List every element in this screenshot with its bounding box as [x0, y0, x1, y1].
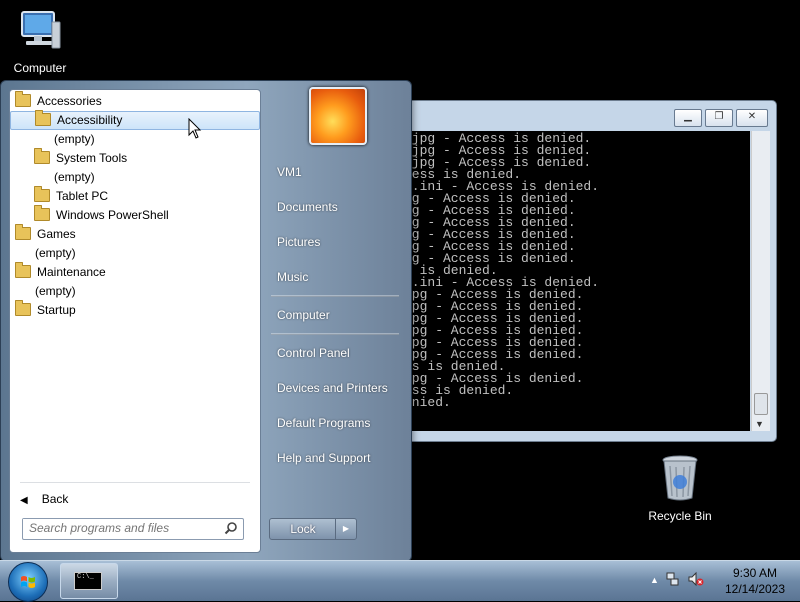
computer-link[interactable]: Computer: [277, 308, 330, 322]
taskbar-command-prompt[interactable]: C:\_: [60, 563, 118, 599]
window-titlebar[interactable]: ▁ ❐ ✕: [396, 101, 776, 131]
music-link[interactable]: Music: [277, 270, 308, 284]
recycle-bin-label: Recycle Bin: [648, 509, 712, 523]
tree-item[interactable]: (empty): [10, 130, 260, 149]
lock-button[interactable]: Lock: [269, 518, 337, 540]
tree-item-label: (empty): [54, 170, 95, 184]
folder-icon: [15, 300, 31, 317]
folder-icon: [15, 91, 31, 108]
tree-item[interactable]: (empty): [10, 282, 260, 301]
tree-item[interactable]: Tablet PC: [10, 186, 260, 206]
folder-icon: [35, 110, 51, 127]
recycle-bin-icon: [662, 455, 698, 501]
tree-item[interactable]: System Tools: [10, 148, 260, 168]
tree-item-label: Tablet PC: [56, 189, 109, 203]
restore-icon: ❐: [714, 111, 724, 122]
tree-item-label: (empty): [54, 132, 95, 146]
tree-item[interactable]: Startup: [10, 300, 260, 320]
console-output[interactable]: .jpg - Access is denied. .jpg - Access i…: [404, 131, 750, 431]
restore-button[interactable]: ❐: [705, 109, 733, 127]
user-link[interactable]: VM1: [277, 165, 302, 179]
tree-item-label: Maintenance: [37, 265, 106, 279]
minimize-button[interactable]: ▁: [674, 109, 702, 127]
computer-desktop-icon[interactable]: Computer: [0, 8, 80, 75]
divider: [271, 333, 399, 335]
devices-printers-link[interactable]: Devices and Printers: [277, 381, 388, 395]
tree-item[interactable]: (empty): [10, 244, 260, 263]
back-arrow-icon: ◀: [20, 495, 28, 506]
system-tray: ▲ 9:30 AM 12/14/2023: [640, 561, 800, 601]
tree-item-label: Games: [37, 227, 76, 241]
computer-icon-label: Computer: [13, 61, 67, 75]
tree-item[interactable]: Games: [10, 224, 260, 244]
shutdown-options-button[interactable]: ▶: [335, 518, 357, 540]
clock[interactable]: 9:30 AM 12/14/2023: [720, 565, 790, 597]
documents-link[interactable]: Documents: [277, 200, 338, 214]
tree-item-label: (empty): [35, 284, 76, 298]
clock-date: 12/14/2023: [724, 582, 786, 596]
tree-item-label: System Tools: [56, 151, 128, 165]
vertical-scrollbar[interactable]: ▼: [751, 131, 770, 431]
command-prompt-window[interactable]: ▁ ❐ ✕ .jpg - Access is denied. .jpg - Ac…: [395, 100, 777, 442]
network-icon[interactable]: [666, 571, 680, 587]
search-input[interactable]: [23, 519, 224, 537]
computer-icon: [21, 11, 61, 49]
arrow-right-icon: ▶: [342, 524, 350, 533]
pictures-link[interactable]: Pictures: [277, 235, 320, 249]
help-support-link[interactable]: Help and Support: [277, 451, 370, 465]
folder-icon: [34, 205, 50, 222]
control-panel-link[interactable]: Control Panel: [277, 346, 350, 360]
start-menu: Accessories Accessibility (empty) System To…: [0, 80, 412, 562]
default-programs-link[interactable]: Default Programs: [277, 416, 370, 430]
command-prompt-icon: C:\_: [74, 572, 102, 590]
tree-item[interactable]: Accessories: [10, 91, 260, 111]
start-button[interactable]: [8, 562, 48, 602]
folder-icon: [15, 224, 31, 241]
folder-icon: [34, 148, 50, 165]
tree-item-label: Accessibility: [57, 113, 123, 127]
windows-logo-icon: [21, 576, 35, 588]
show-hidden-icons-icon[interactable]: ▲: [650, 575, 659, 585]
tree-item-label: (empty): [35, 246, 76, 260]
back-button[interactable]: ◀ Back: [20, 492, 68, 506]
folder-icon: [15, 262, 31, 279]
user-avatar[interactable]: [309, 87, 367, 145]
tree-item[interactable]: (empty): [10, 168, 260, 187]
scrollbar-thumb[interactable]: [754, 393, 768, 415]
tree-item[interactable]: Maintenance: [10, 262, 260, 282]
tree-item-label: Startup: [37, 303, 76, 317]
volume-muted-icon[interactable]: [688, 571, 704, 587]
places-pane: VM1 Documents Pictures Music Computer Co…: [263, 81, 411, 561]
clock-time: 9:30 AM: [732, 566, 778, 580]
tree-item-label: Accessories: [37, 94, 102, 108]
back-label: Back: [41, 492, 69, 506]
mouse-cursor-icon: [188, 118, 202, 139]
scroll-down-icon[interactable]: ▼: [755, 419, 764, 429]
tree-item[interactable]: Accessibility: [10, 110, 260, 130]
close-button[interactable]: ✕: [736, 109, 768, 127]
taskbar: C:\_ ▲ 9:30 AM 12/14/2023: [0, 560, 800, 602]
search-box[interactable]: [22, 518, 244, 540]
recycle-bin-desktop-icon[interactable]: Recycle Bin: [640, 454, 720, 523]
folder-icon: [34, 186, 50, 203]
search-icon[interactable]: [224, 521, 238, 535]
minimize-icon: ▁: [684, 111, 692, 122]
programs-pane: Accessories Accessibility (empty) System To…: [9, 89, 261, 553]
divider: [20, 482, 250, 483]
close-icon: ✕: [747, 111, 757, 122]
tree-item[interactable]: Windows PowerShell: [10, 205, 260, 225]
console-text: .jpg - Access is denied. .jpg - Access i…: [404, 131, 600, 410]
divider: [271, 295, 399, 297]
tree-item-label: Windows PowerShell: [56, 208, 169, 222]
program-tree: Accessories Accessibility (empty) System To…: [10, 91, 260, 320]
